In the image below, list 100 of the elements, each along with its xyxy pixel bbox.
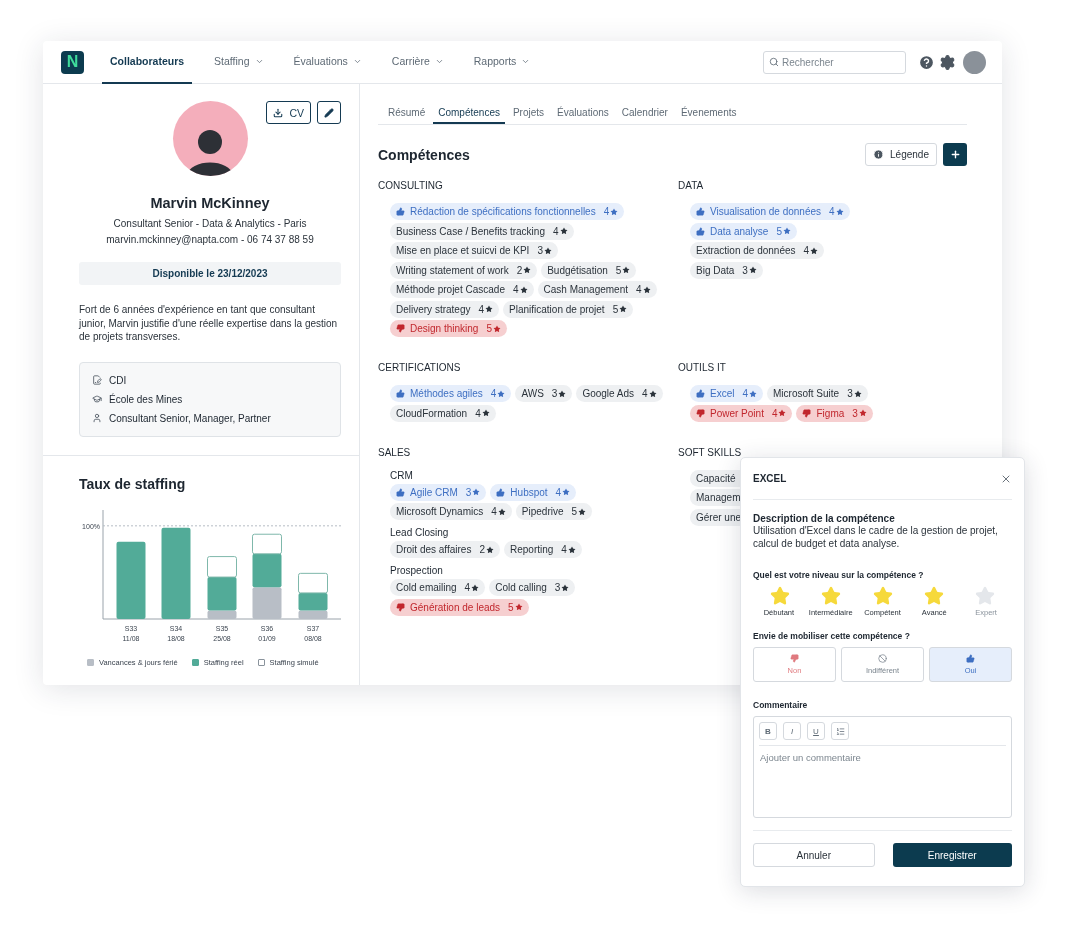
star-icon (835, 207, 844, 216)
graduation-cap-icon (92, 394, 102, 404)
skill-tag[interactable]: Big Data 3 (690, 261, 763, 279)
star-icon (578, 507, 587, 516)
save-button[interactable]: Enregistrer (892, 843, 1012, 867)
thumbs-down-icon (802, 408, 812, 418)
comment-field[interactable]: B I U Ajouter un commentaire (753, 716, 1012, 818)
skill-tag[interactable]: Design thinking 5 (390, 320, 507, 337)
description-text: Utilisation d'Excel dans le cadre de la gestion de projet, calcul de budget et data analyse. (753, 524, 999, 550)
skill-tag[interactable]: Excel 4 (690, 385, 763, 402)
skill-tag[interactable]: Writing statement of work 2 (390, 261, 538, 279)
thumbs-up-icon (496, 487, 506, 497)
add-button[interactable] (943, 143, 967, 166)
comment-label: Commentaire (753, 700, 809, 710)
skill-tag[interactable]: Pipedrive 5 (515, 503, 593, 520)
star-icon (523, 266, 532, 274)
format-button[interactable]: B (759, 722, 777, 740)
skill-tag[interactable]: Delivery strategy 4 (390, 300, 500, 318)
star-icon (610, 207, 619, 216)
nav-item[interactable]: Staffing (206, 40, 272, 84)
star-icon[interactable] (872, 586, 893, 606)
help-icon[interactable] (918, 53, 935, 71)
skill-tag[interactable]: Power Point 4 (690, 404, 793, 422)
nav-item[interactable]: Carrière (383, 40, 452, 84)
skill-tag[interactable]: Figma 3 (796, 404, 873, 422)
skill-tag[interactable]: Droit des affaires 2 (390, 541, 500, 558)
skill-tag[interactable]: Microsoft Suite 3 (767, 385, 868, 402)
category-title: CONSULTING (378, 180, 444, 191)
document-icon (92, 375, 102, 385)
star-icon[interactable] (770, 586, 790, 606)
plus-icon (949, 149, 961, 160)
thumbs-up-icon (396, 389, 405, 398)
skill-tag[interactable]: Cold emailing 4 (390, 579, 486, 596)
skill-tag[interactable]: Génération de leads 5 (390, 598, 529, 616)
star-icon (497, 389, 506, 398)
nav-item[interactable]: Collaborateurs (102, 40, 193, 84)
info-text: Consultant Senior, Manager, Partner (109, 412, 271, 424)
profile-tab[interactable]: Compétences (433, 102, 505, 124)
skill-tag[interactable]: Cold calling 3 (489, 579, 576, 596)
search-icon (769, 56, 779, 67)
bar-segment (252, 586, 282, 619)
pencil-icon (324, 107, 334, 118)
app-logo[interactable]: N (61, 50, 84, 74)
format-button[interactable]: I (783, 722, 801, 740)
skill-tag[interactable]: Business Case / Benefits tracking 4 (390, 222, 574, 240)
star-icon (782, 227, 791, 235)
category-title: DATA (678, 180, 705, 191)
description-title: Description de la compétence (753, 513, 896, 524)
profile-tab[interactable]: Résumé (383, 102, 431, 124)
profile-tab[interactable]: Calendrier (616, 102, 673, 124)
star-icon (497, 507, 506, 516)
skill-tag[interactable]: AWS 3 (515, 385, 573, 402)
skill-tag[interactable]: CloudFormation 4 (390, 404, 496, 422)
category-title: SOFT SKILLS (678, 446, 743, 458)
skill-tag[interactable]: Cash Management 4 (537, 281, 657, 298)
profile-subtitle: Consultant Senior - Data & Analytics - Paris (113, 218, 307, 229)
skill-tag[interactable]: Méthode projet Cascade 4 (390, 281, 534, 298)
star-icon (514, 603, 523, 611)
profile-tab[interactable]: Projets (507, 102, 550, 124)
skill-tag[interactable]: Budgétisation 5 (541, 261, 637, 279)
info-text: École des Mines (109, 393, 183, 405)
search-field[interactable]: Rechercher (763, 50, 906, 74)
download-icon (273, 107, 284, 118)
skill-tag[interactable]: Méthodes agiles 4 (390, 385, 512, 402)
skill-tag[interactable]: Reporting 4 (503, 541, 582, 558)
skill-tag[interactable]: Microsoft Dynamics 4 (390, 503, 512, 520)
legend-button[interactable]: Légende (865, 143, 937, 166)
user-avatar[interactable] (963, 50, 986, 74)
skill-tag[interactable]: Agile CRM 3 (390, 483, 487, 501)
star-icon (853, 389, 862, 398)
skill-tag[interactable]: Visualisation de données 4 (690, 203, 850, 220)
star-icon (749, 389, 757, 398)
star-icon (543, 246, 552, 255)
skill-tag[interactable]: Rédaction de spécifications fonctionnelles 4 (390, 203, 625, 220)
profile-bio: Fort de 6 années d'expérience en tant que consultant junior, Marvin justifie d'une réelle expertise dans la gestion de projets transverses. (79, 303, 339, 344)
star-icon (562, 488, 571, 496)
numbered-list-icon[interactable] (831, 722, 849, 740)
settings-icon[interactable] (939, 53, 956, 71)
star-icon[interactable] (821, 586, 842, 606)
skill-tag[interactable]: Mise en place et suicvi de KPI 3 (390, 242, 558, 259)
star-icon (622, 266, 631, 274)
skill-tag[interactable]: Planification de projet 5 (503, 300, 634, 318)
star-icon (648, 389, 657, 398)
category-title: OUTILS IT (678, 362, 727, 373)
format-button[interactable]: U (807, 722, 825, 740)
profile-tab[interactable]: Évenements (675, 102, 742, 124)
star-icon (778, 409, 787, 417)
skill-tag[interactable]: Extraction de données 4 (690, 242, 825, 259)
nav-item[interactable]: Évaluations (285, 40, 370, 84)
cancel-button[interactable]: Annuler (753, 843, 875, 867)
profile-tab[interactable]: Évaluations (552, 102, 614, 124)
skill-tag[interactable]: Data analyse 5 (690, 222, 797, 240)
cv-download-button[interactable]: CV (266, 101, 311, 124)
thumbs-up-icon (396, 487, 405, 497)
skill-tag[interactable]: Google Ads 4 (576, 385, 663, 402)
edit-button[interactable] (317, 101, 341, 124)
star-icon[interactable] (975, 586, 995, 606)
nav-item[interactable]: Rapports (465, 40, 539, 84)
skill-tag[interactable]: Hubspot 4 (490, 483, 577, 501)
star-icon[interactable] (923, 586, 944, 606)
